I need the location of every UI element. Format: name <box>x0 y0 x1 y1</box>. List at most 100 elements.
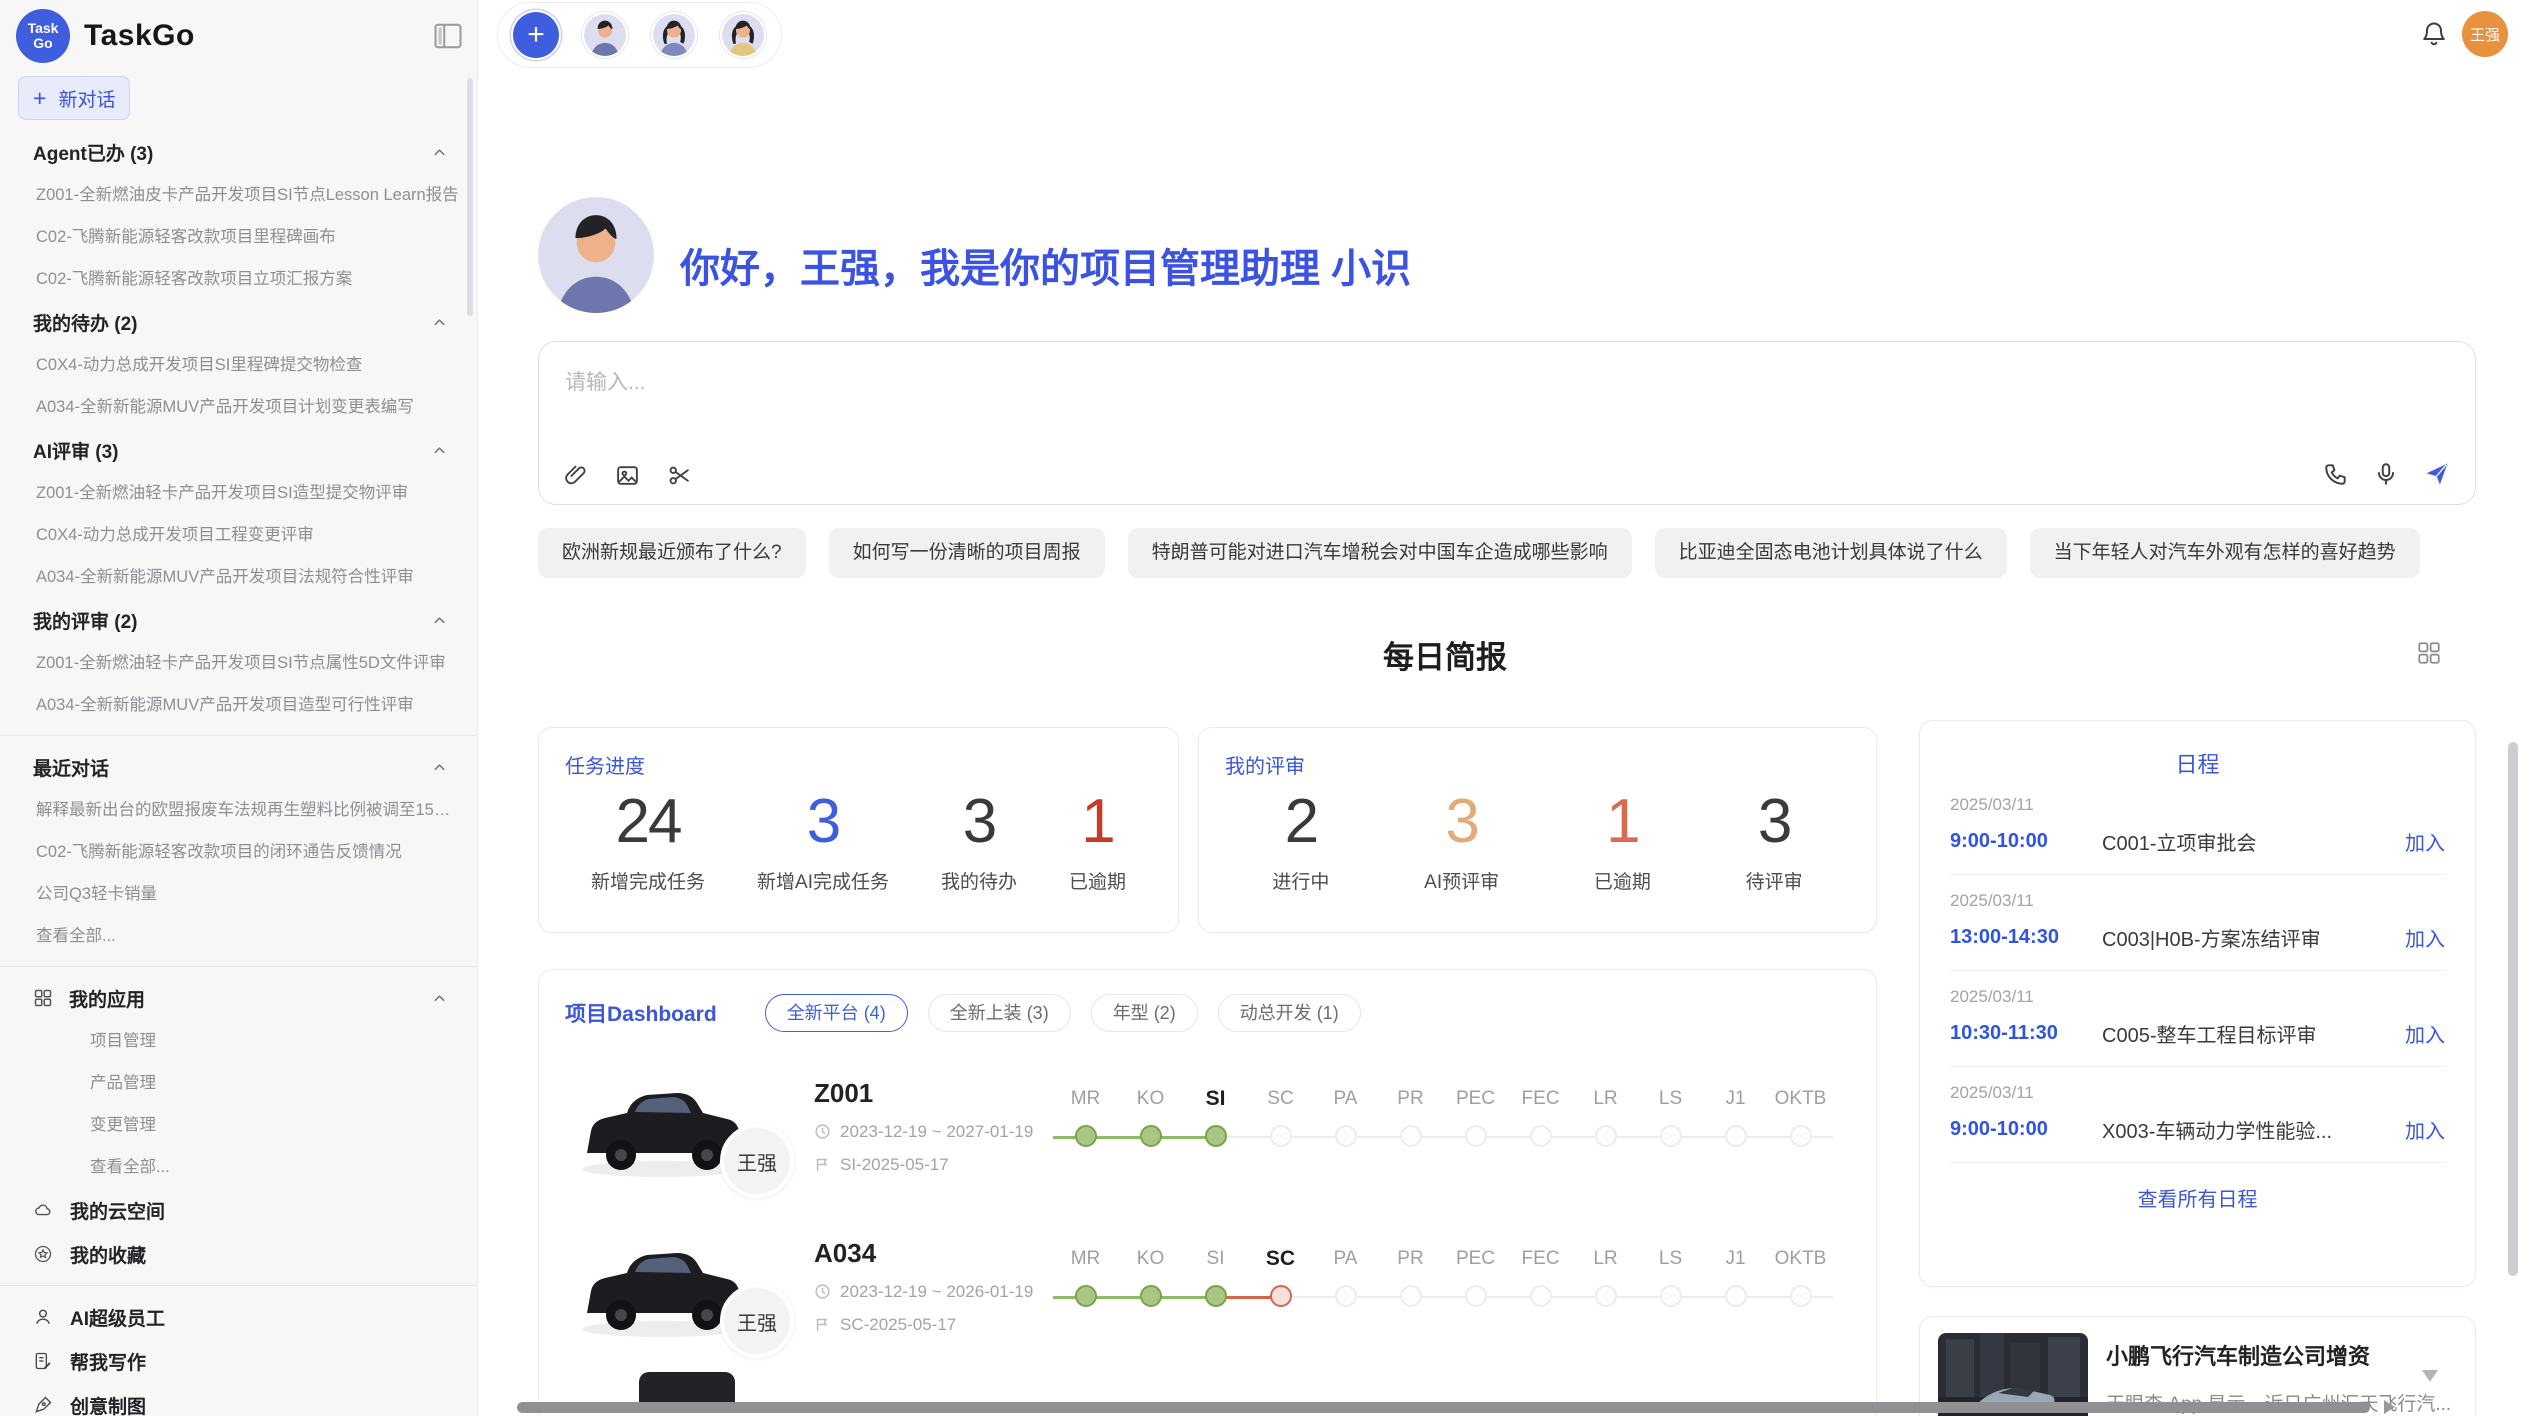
dashboard-tab[interactable]: 年型 (2) <box>1091 994 1198 1032</box>
new-chat-button[interactable]: + 新对话 <box>18 76 130 120</box>
microphone-icon[interactable] <box>2373 461 2399 487</box>
milestone-dot[interactable] <box>1335 1285 1357 1307</box>
milestone-dot[interactable] <box>1335 1125 1357 1147</box>
sidebar-item[interactable]: Z001-全新燃油轻卡产品开发项目SI节点属性5D文件评审 <box>0 642 477 684</box>
voice-call-icon[interactable] <box>2323 461 2349 487</box>
sidebar-item[interactable]: 查看全部... <box>0 915 477 957</box>
join-link[interactable]: 加入 <box>2405 923 2445 952</box>
milestone-dot[interactable] <box>1075 1125 1097 1147</box>
milestone-dot[interactable] <box>1595 1285 1617 1307</box>
next-project-image-partial <box>639 1372 735 1406</box>
user-avatar[interactable]: 王强 <box>2462 11 2508 57</box>
attachment-icon[interactable] <box>563 463 588 488</box>
chevron-up-icon[interactable] <box>432 443 447 458</box>
milestone-dot[interactable] <box>1205 1285 1227 1307</box>
sidebar-item[interactable]: 变更管理 <box>0 1104 477 1146</box>
agent-avatar-2[interactable] <box>651 12 697 58</box>
sidebar-item[interactable]: 产品管理 <box>0 1062 477 1104</box>
sidebar-section-header[interactable]: 我的待办 (2) <box>0 300 477 344</box>
agent-avatar-1[interactable] <box>582 12 628 58</box>
collapse-sidebar-icon[interactable] <box>433 22 463 50</box>
vertical-scrollbar-thumb[interactable] <box>2508 742 2518 1276</box>
milestone-dot[interactable] <box>1205 1125 1227 1147</box>
milestone-dot[interactable] <box>1075 1285 1097 1307</box>
milestone-dot[interactable] <box>1660 1285 1682 1307</box>
sidebar-item[interactable]: C02-飞腾新能源轻客改款项目立项汇报方案 <box>0 258 477 300</box>
send-icon[interactable] <box>2423 460 2451 488</box>
sidebar-section-header[interactable]: Agent已办 (3) <box>0 130 477 174</box>
milestone-dot[interactable] <box>1270 1285 1292 1307</box>
chevron-up-icon[interactable] <box>432 613 447 628</box>
join-link[interactable]: 加入 <box>2405 827 2445 856</box>
view-all-schedule-link[interactable]: 查看所有日程 <box>1950 1183 2445 1212</box>
sidebar-item[interactable]: 解释最新出台的欧盟报废车法规再生塑料比例被调至15%... <box>0 789 477 831</box>
sidebar-tool-item[interactable]: 创意制图 <box>0 1383 477 1416</box>
sidebar-item[interactable]: C0X4-动力总成开发项目SI里程碑提交物检查 <box>0 344 477 386</box>
milestone-dot[interactable] <box>1725 1125 1747 1147</box>
screenshot-scissors-icon[interactable] <box>667 463 692 488</box>
suggestion-chip[interactable]: 欧洲新规最近颁布了什么? <box>538 528 806 578</box>
sidebar-item[interactable]: C02-飞腾新能源轻客改款项目的闭环通告反馈情况 <box>0 831 477 873</box>
sidebar-item[interactable]: A034-全新新能源MUV产品开发项目法规符合性评审 <box>0 556 477 598</box>
sidebar-tool-item[interactable]: 帮我写作 <box>0 1339 477 1383</box>
sidebar-item[interactable]: 公司Q3轻卡销量 <box>0 873 477 915</box>
sidebar-item[interactable]: A034-全新新能源MUV产品开发项目造型可行性评审 <box>0 684 477 726</box>
sidebar-tool-item[interactable]: AI超级员工 <box>0 1295 477 1339</box>
chevron-up-icon[interactable] <box>432 760 447 775</box>
milestone-dot[interactable] <box>1595 1125 1617 1147</box>
stat-value: 1 <box>1069 785 1126 859</box>
milestone-dot[interactable] <box>1140 1125 1162 1147</box>
suggestion-chip[interactable]: 当下年轻人对汽车外观有怎样的喜好趋势 <box>2030 528 2420 578</box>
sidebar-item[interactable]: C02-飞腾新能源轻客改款项目里程碑画布 <box>0 216 477 258</box>
sidebar-item[interactable]: 项目管理 <box>0 1020 477 1062</box>
suggestion-chip[interactable]: 特朗普可能对进口汽车增税会对中国车企造成哪些影响 <box>1128 528 1632 578</box>
add-agent-button[interactable]: + <box>513 12 559 58</box>
project-card[interactable]: 王强A0342023-12-19 ~ 2026-01-19SC-2025-05-… <box>565 1220 1850 1352</box>
milestone-dot[interactable] <box>1465 1125 1487 1147</box>
sidebar-item[interactable]: Z001-全新燃油皮卡产品开发项目SI节点Lesson Learn报告 <box>0 174 477 216</box>
milestone-dot[interactable] <box>1790 1125 1812 1147</box>
milestone-dot[interactable] <box>1660 1125 1682 1147</box>
milestone-dot[interactable] <box>1400 1285 1422 1307</box>
layout-grid-icon[interactable] <box>2416 640 2442 666</box>
join-link[interactable]: 加入 <box>2405 1115 2445 1144</box>
horizontal-scrollbar-thumb[interactable] <box>517 1402 2370 1413</box>
chevron-up-icon[interactable] <box>432 315 447 330</box>
sidebar-item[interactable]: A034-全新新能源MUV产品开发项目计划变更表编写 <box>0 386 477 428</box>
sidebar-item-favorites[interactable]: 我的收藏 <box>0 1232 477 1276</box>
sidebar-item[interactable]: Z001-全新燃油轻卡产品开发项目SI造型提交物评审 <box>0 472 477 514</box>
chat-input[interactable]: 请输入... <box>538 341 2476 505</box>
join-link[interactable]: 加入 <box>2405 1019 2445 1048</box>
suggestion-chip[interactable]: 如何写一份清晰的项目周报 <box>829 528 1105 578</box>
sidebar-section-header[interactable]: 我的应用 <box>0 976 477 1020</box>
scroll-right-arrow-icon[interactable] <box>2384 1400 2395 1414</box>
milestone-dot[interactable] <box>1140 1285 1162 1307</box>
sidebar-scrollbar-thumb[interactable] <box>467 78 473 316</box>
sidebar-item[interactable]: 查看全部... <box>0 1146 477 1188</box>
milestone-dot[interactable] <box>1465 1285 1487 1307</box>
sidebar-section-header[interactable]: 我的评审 (2) <box>0 598 477 642</box>
dashboard-tab[interactable]: 动总开发 (1) <box>1218 994 1361 1032</box>
project-card[interactable]: 王强Z0012023-12-19 ~ 2027-01-19SI-2025-05-… <box>565 1060 1850 1192</box>
sidebar-item[interactable]: C0X4-动力总成开发项目工程变更评审 <box>0 514 477 556</box>
sidebar-section-header[interactable]: 最近对话 <box>0 745 477 789</box>
milestone-dot[interactable] <box>1530 1285 1552 1307</box>
chevron-up-icon[interactable] <box>432 145 447 160</box>
dashboard-tab[interactable]: 全新平台 (4) <box>765 994 908 1032</box>
sidebar-item-cloud[interactable]: 我的云空间 <box>0 1188 477 1232</box>
sidebar-section-header[interactable]: AI评审 (3) <box>0 428 477 472</box>
agent-avatar-3[interactable] <box>720 12 766 58</box>
image-upload-icon[interactable] <box>615 463 640 488</box>
dashboard-tab[interactable]: 全新上装 (3) <box>928 994 1071 1032</box>
milestone-dot[interactable] <box>1725 1285 1747 1307</box>
milestone-dot[interactable] <box>1270 1125 1292 1147</box>
scroll-down-arrow-icon[interactable] <box>2422 1370 2438 1382</box>
notification-bell-icon[interactable] <box>2420 20 2448 48</box>
stat-value: 3 <box>1746 785 1803 859</box>
suggestion-chip[interactable]: 比亚迪全固态电池计划具体说了什么 <box>1655 528 2007 578</box>
chevron-up-icon[interactable] <box>432 991 447 1006</box>
milestone-dot[interactable] <box>1530 1125 1552 1147</box>
milestone-dot[interactable] <box>1790 1285 1812 1307</box>
milestone-dot[interactable] <box>1400 1125 1422 1147</box>
milestone-label: KO <box>1118 1084 1183 1114</box>
